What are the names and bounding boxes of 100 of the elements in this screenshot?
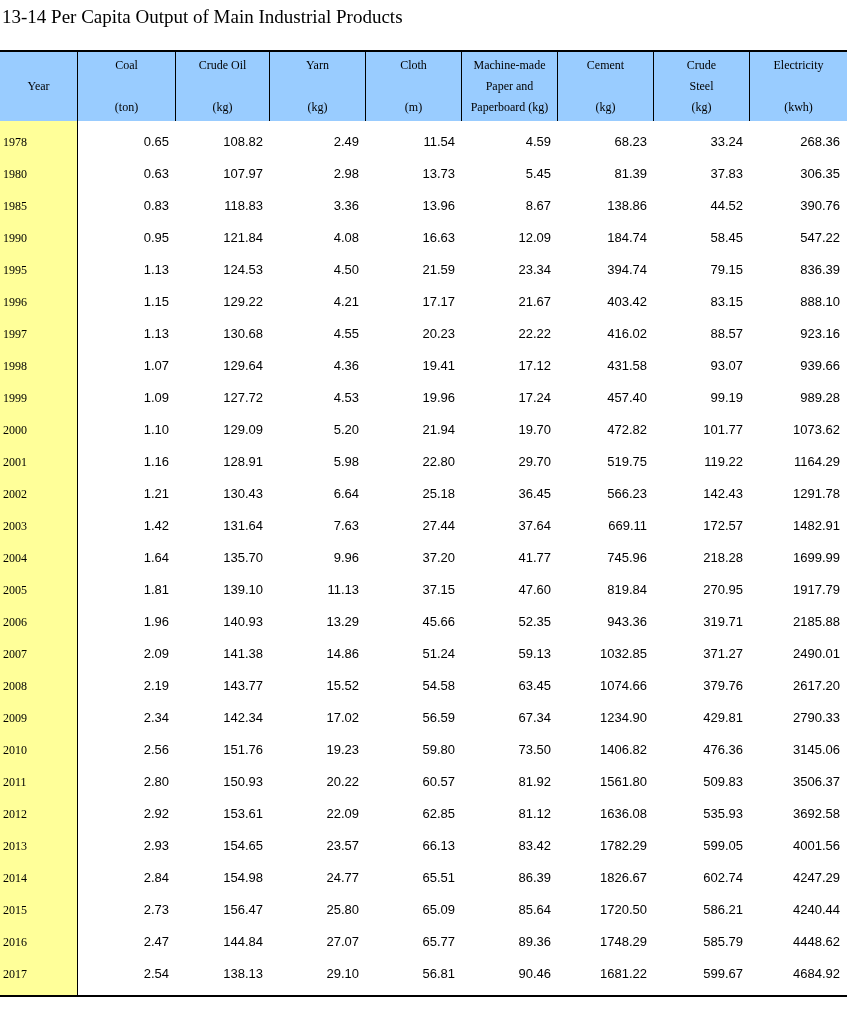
table-cell: 1.15 <box>143 294 169 310</box>
table-cell: 9.96 <box>333 550 359 566</box>
table-cell: 5.98 <box>333 454 359 470</box>
table-cell: 37.83 <box>710 166 743 182</box>
table-cell: 54.58 <box>422 678 455 694</box>
column-header: Cement <box>586 57 625 74</box>
table-cell: 5.45 <box>525 166 551 182</box>
table-cell: 3145.06 <box>793 742 840 758</box>
table-cell: 19.41 <box>422 358 455 374</box>
table-cell: 129.22 <box>223 294 263 310</box>
table-cell: 1.09 <box>143 390 169 406</box>
table-cell: 131.64 <box>223 518 263 534</box>
table-cell: 108.82 <box>223 134 263 150</box>
table-cell: 121.84 <box>223 230 263 246</box>
table-cell: 1074.66 <box>600 678 647 694</box>
table-cell: 135.70 <box>223 550 263 566</box>
column-header: (kg) <box>212 99 233 116</box>
table-cell: 127.72 <box>223 390 263 406</box>
table-cell: 1073.62 <box>793 422 840 438</box>
table-cell: 1699.99 <box>793 550 840 566</box>
table-cell: 130.43 <box>223 486 263 502</box>
table-cell: 2790.33 <box>793 710 840 726</box>
column-header: Cloth <box>400 57 427 74</box>
table-cell: 17.17 <box>422 294 455 310</box>
table-cell: 52.35 <box>518 614 551 630</box>
table-cell: 37.15 <box>422 582 455 598</box>
table-cell: 11.13 <box>327 582 359 598</box>
year-cell: 2004 <box>3 551 27 565</box>
table-cell: 142.43 <box>703 486 743 502</box>
table-cell: 1.13 <box>143 262 169 278</box>
table-cell: 56.59 <box>422 710 455 726</box>
table-cell: 1406.82 <box>600 742 647 758</box>
table-cell: 1782.29 <box>600 838 647 854</box>
column-header: Crude Oil <box>198 57 247 74</box>
table-cell: 107.97 <box>223 166 263 182</box>
table-cell: 21.59 <box>422 262 455 278</box>
table-cell: 15.52 <box>326 678 359 694</box>
year-cell: 2002 <box>3 487 27 501</box>
year-cell: 2008 <box>3 679 27 693</box>
table-cell: 1636.08 <box>600 806 647 822</box>
table-cell: 519.75 <box>607 454 647 470</box>
year-cell: 1980 <box>3 167 27 181</box>
table-cell: 4.36 <box>333 358 359 374</box>
year-cell: 2013 <box>3 839 27 853</box>
table-cell: 36.45 <box>518 486 551 502</box>
table-cell: 144.84 <box>223 934 263 950</box>
table-cell: 2.47 <box>143 934 169 950</box>
table-cell: 142.34 <box>223 710 263 726</box>
table-cell: 156.47 <box>223 902 263 918</box>
table-cell: 1917.79 <box>793 582 840 598</box>
table-cell: 2.98 <box>333 166 359 182</box>
table-cell: 140.93 <box>223 614 263 630</box>
year-cell: 1990 <box>3 231 27 245</box>
table-cell: 2.54 <box>143 966 169 982</box>
table-cell: 62.85 <box>422 806 455 822</box>
table-cell: 11.54 <box>423 134 455 150</box>
table-cell: 371.27 <box>703 646 743 662</box>
year-cell: 2014 <box>3 871 27 885</box>
table-cell: 8.67 <box>525 198 551 214</box>
table-cell: 81.92 <box>518 774 551 790</box>
column-header: Yarn <box>306 57 329 74</box>
table-cell: 4448.62 <box>793 934 840 950</box>
table-cell: 19.23 <box>326 742 359 758</box>
column-header: Machine-made <box>473 57 546 74</box>
year-cell: 1997 <box>3 327 27 341</box>
column-header: Year <box>27 78 50 95</box>
table-cell: 509.83 <box>703 774 743 790</box>
column-header: Paper and <box>485 78 534 95</box>
table-cell: 2.49 <box>333 134 359 150</box>
table-cell: 85.64 <box>518 902 551 918</box>
table-cell: 79.15 <box>710 262 743 278</box>
table-cell: 130.68 <box>223 326 263 342</box>
year-cell: 2016 <box>3 935 27 949</box>
table-cell: 2490.01 <box>793 646 840 662</box>
table-cell: 2185.88 <box>793 614 840 630</box>
table-cell: 21.67 <box>518 294 551 310</box>
table-cell: 2.19 <box>143 678 169 694</box>
column-header: (kwh) <box>784 99 813 116</box>
table-cell: 141.38 <box>223 646 263 662</box>
table-cell: 17.24 <box>518 390 551 406</box>
table-cell: 2.73 <box>143 902 169 918</box>
table-cell: 939.66 <box>800 358 840 374</box>
table-cell: 23.34 <box>518 262 551 278</box>
table-cell: 25.18 <box>422 486 455 502</box>
table-cell: 65.77 <box>422 934 455 950</box>
table-cell: 101.77 <box>703 422 743 438</box>
table-cell: 566.23 <box>607 486 647 502</box>
table-cell: 3506.37 <box>793 774 840 790</box>
table-cell: 13.96 <box>422 198 455 214</box>
year-cell: 2005 <box>3 583 27 597</box>
table-cell: 306.35 <box>800 166 840 182</box>
year-cell: 2015 <box>3 903 27 917</box>
year-cell: 2011 <box>3 775 27 789</box>
table-cell: 1164.29 <box>793 454 840 470</box>
table-cell: 59.80 <box>422 742 455 758</box>
table-cell: 923.16 <box>800 326 840 342</box>
table-cell: 476.36 <box>703 742 743 758</box>
table-cell: 2.56 <box>143 742 169 758</box>
table-cell: 1482.91 <box>793 518 840 534</box>
table-cell: 1720.50 <box>600 902 647 918</box>
